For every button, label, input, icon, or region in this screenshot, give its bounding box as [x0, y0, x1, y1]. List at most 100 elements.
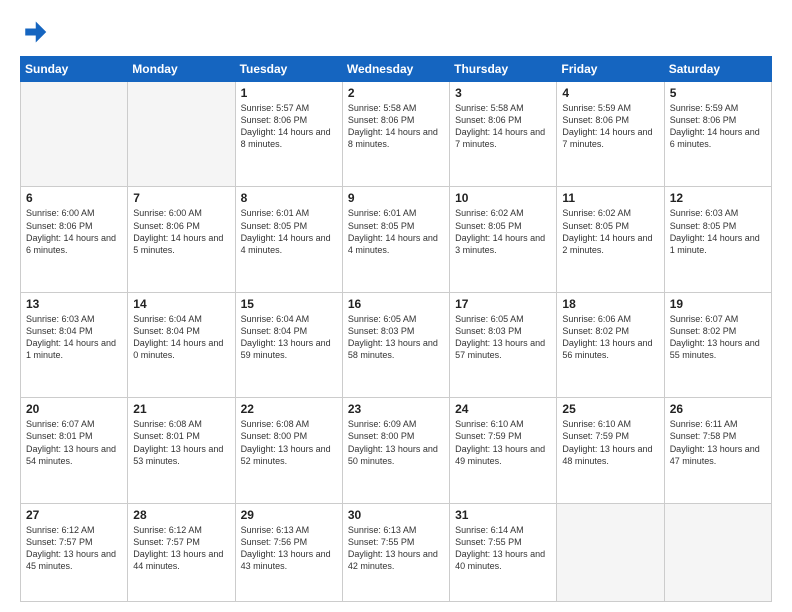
cell-details: Sunrise: 6:13 AMSunset: 7:56 PMDaylight:…: [241, 524, 337, 573]
calendar-cell: 3 Sunrise: 5:58 AMSunset: 8:06 PMDaylight…: [450, 82, 557, 187]
calendar-cell: 27Sunrise: 6:12 AMSunset: 7:57 PMDayligh…: [21, 503, 128, 601]
cell-details: Sunrise: 6:00 AMSunset: 8:06 PMDaylight:…: [133, 207, 229, 256]
cell-details: Sunrise: 6:10 AMSunset: 7:59 PMDaylight:…: [455, 418, 551, 467]
cell-details: Sunrise: 6:05 AMSunset: 8:03 PMDaylight:…: [348, 313, 444, 362]
calendar-cell: 2Sunrise: 5:58 AMSunset: 8:06 PMDaylight…: [342, 82, 449, 187]
cell-details: Sunrise: 5:58 AMSunset: 8:06 PMDaylight:…: [455, 102, 551, 151]
calendar-cell: 17 Sunrise: 6:05 AMSunset: 8:03 PMDayligh…: [450, 292, 557, 397]
page: SundayMondayTuesdayWednesdayThursdayFrid…: [0, 0, 792, 612]
calendar-cell: 25 Sunrise: 6:10 AMSunset: 7:59 PMDayligh…: [557, 398, 664, 503]
cell-details: Sunrise: 6:08 AMSunset: 8:00 PMDaylight:…: [241, 418, 337, 467]
weekday-header: Monday: [128, 57, 235, 82]
calendar-cell: 19Sunrise: 6:07 AMSunset: 8:02 PMDayligh…: [664, 292, 771, 397]
calendar-cell: 30 Sunrise: 6:13 AMSunset: 7:55 PMDayligh…: [342, 503, 449, 601]
calendar-cell: 26Sunrise: 6:11 AMSunset: 7:58 PMDayligh…: [664, 398, 771, 503]
cell-details: Sunrise: 6:14 AMSunset: 7:55 PMDaylight:…: [455, 524, 551, 573]
calendar-cell: 15 Sunrise: 6:04 AMSunset: 8:04 PMDayligh…: [235, 292, 342, 397]
cell-details: Sunrise: 6:09 AMSunset: 8:00 PMDaylight:…: [348, 418, 444, 467]
day-number: 5: [670, 86, 766, 100]
calendar-cell: 29Sunrise: 6:13 AMSunset: 7:56 PMDayligh…: [235, 503, 342, 601]
cell-details: Sunrise: 6:01 AMSunset: 8:05 PMDaylight:…: [241, 207, 337, 256]
calendar-cell: 18 Sunrise: 6:06 AMSunset: 8:02 PMDayligh…: [557, 292, 664, 397]
calendar-week-row: 20 Sunrise: 6:07 AMSunset: 8:01 PMDayligh…: [21, 398, 772, 503]
day-number: 30: [348, 508, 444, 522]
cell-details: Sunrise: 6:05 AMSunset: 8:03 PMDaylight:…: [455, 313, 551, 362]
day-number: 13: [26, 297, 122, 311]
day-number: 31: [455, 508, 551, 522]
day-number: 14: [133, 297, 229, 311]
day-number: 18: [562, 297, 658, 311]
cell-details: Sunrise: 6:08 AMSunset: 8:01 PMDaylight:…: [133, 418, 229, 467]
calendar-cell: [557, 503, 664, 601]
calendar-cell: 6 Sunrise: 6:00 AMSunset: 8:06 PMDaylight…: [21, 187, 128, 292]
cell-details: Sunrise: 6:13 AMSunset: 7:55 PMDaylight:…: [348, 524, 444, 573]
day-number: 3: [455, 86, 551, 100]
weekday-header: Saturday: [664, 57, 771, 82]
calendar-cell: 1 Sunrise: 5:57 AMSunset: 8:06 PMDaylight…: [235, 82, 342, 187]
calendar-cell: 4 Sunrise: 5:59 AMSunset: 8:06 PMDaylight…: [557, 82, 664, 187]
calendar-week-row: 13 Sunrise: 6:03 AMSunset: 8:04 PMDayligh…: [21, 292, 772, 397]
calendar-cell: 14 Sunrise: 6:04 AMSunset: 8:04 PMDayligh…: [128, 292, 235, 397]
day-number: 9: [348, 191, 444, 205]
cell-details: Sunrise: 5:57 AMSunset: 8:06 PMDaylight:…: [241, 102, 337, 151]
calendar-week-row: 6 Sunrise: 6:00 AMSunset: 8:06 PMDaylight…: [21, 187, 772, 292]
weekday-header: Friday: [557, 57, 664, 82]
cell-details: Sunrise: 6:02 AMSunset: 8:05 PMDaylight:…: [455, 207, 551, 256]
cell-details: Sunrise: 6:07 AMSunset: 8:01 PMDaylight:…: [26, 418, 122, 467]
calendar-cell: 24 Sunrise: 6:10 AMSunset: 7:59 PMDayligh…: [450, 398, 557, 503]
day-number: 15: [241, 297, 337, 311]
day-number: 16: [348, 297, 444, 311]
day-number: 4: [562, 86, 658, 100]
cell-details: Sunrise: 5:59 AMSunset: 8:06 PMDaylight:…: [562, 102, 658, 151]
cell-details: Sunrise: 6:01 AMSunset: 8:05 PMDaylight:…: [348, 207, 444, 256]
cell-details: Sunrise: 6:06 AMSunset: 8:02 PMDaylight:…: [562, 313, 658, 362]
cell-details: Sunrise: 6:11 AMSunset: 7:58 PMDaylight:…: [670, 418, 766, 467]
cell-details: Sunrise: 6:04 AMSunset: 8:04 PMDaylight:…: [133, 313, 229, 362]
calendar-cell: 7 Sunrise: 6:00 AMSunset: 8:06 PMDaylight…: [128, 187, 235, 292]
weekday-header: Wednesday: [342, 57, 449, 82]
calendar-cell: 12Sunrise: 6:03 AMSunset: 8:05 PMDayligh…: [664, 187, 771, 292]
cell-details: Sunrise: 6:12 AMSunset: 7:57 PMDaylight:…: [133, 524, 229, 573]
calendar-cell: 9 Sunrise: 6:01 AMSunset: 8:05 PMDaylight…: [342, 187, 449, 292]
cell-details: Sunrise: 6:10 AMSunset: 7:59 PMDaylight:…: [562, 418, 658, 467]
calendar-table: SundayMondayTuesdayWednesdayThursdayFrid…: [20, 56, 772, 602]
calendar-cell: 5Sunrise: 5:59 AMSunset: 8:06 PMDaylight…: [664, 82, 771, 187]
day-number: 6: [26, 191, 122, 205]
header: [20, 18, 772, 46]
weekday-header: Sunday: [21, 57, 128, 82]
calendar-cell: 22 Sunrise: 6:08 AMSunset: 8:00 PMDayligh…: [235, 398, 342, 503]
day-number: 17: [455, 297, 551, 311]
day-number: 20: [26, 402, 122, 416]
day-number: 7: [133, 191, 229, 205]
cell-details: Sunrise: 6:00 AMSunset: 8:06 PMDaylight:…: [26, 207, 122, 256]
calendar-cell: [128, 82, 235, 187]
day-number: 8: [241, 191, 337, 205]
cell-details: Sunrise: 6:04 AMSunset: 8:04 PMDaylight:…: [241, 313, 337, 362]
calendar-cell: [21, 82, 128, 187]
day-number: 2: [348, 86, 444, 100]
cell-details: Sunrise: 6:12 AMSunset: 7:57 PMDaylight:…: [26, 524, 122, 573]
calendar-cell: [664, 503, 771, 601]
logo: [20, 18, 52, 46]
day-number: 24: [455, 402, 551, 416]
calendar-cell: 11 Sunrise: 6:02 AMSunset: 8:05 PMDayligh…: [557, 187, 664, 292]
cell-details: Sunrise: 6:07 AMSunset: 8:02 PMDaylight:…: [670, 313, 766, 362]
calendar-week-row: 27Sunrise: 6:12 AMSunset: 7:57 PMDayligh…: [21, 503, 772, 601]
calendar-cell: 23Sunrise: 6:09 AMSunset: 8:00 PMDayligh…: [342, 398, 449, 503]
day-number: 12: [670, 191, 766, 205]
day-number: 1: [241, 86, 337, 100]
day-number: 11: [562, 191, 658, 205]
day-number: 25: [562, 402, 658, 416]
calendar-cell: 13 Sunrise: 6:03 AMSunset: 8:04 PMDayligh…: [21, 292, 128, 397]
logo-icon: [20, 18, 48, 46]
cell-details: Sunrise: 6:02 AMSunset: 8:05 PMDaylight:…: [562, 207, 658, 256]
calendar-cell: 16 Sunrise: 6:05 AMSunset: 8:03 PMDayligh…: [342, 292, 449, 397]
cell-details: Sunrise: 6:03 AMSunset: 8:04 PMDaylight:…: [26, 313, 122, 362]
calendar-cell: 28Sunrise: 6:12 AMSunset: 7:57 PMDayligh…: [128, 503, 235, 601]
calendar-cell: 21 Sunrise: 6:08 AMSunset: 8:01 PMDayligh…: [128, 398, 235, 503]
weekday-header: Thursday: [450, 57, 557, 82]
day-number: 21: [133, 402, 229, 416]
day-number: 22: [241, 402, 337, 416]
calendar-week-row: 1 Sunrise: 5:57 AMSunset: 8:06 PMDaylight…: [21, 82, 772, 187]
weekday-header: Tuesday: [235, 57, 342, 82]
